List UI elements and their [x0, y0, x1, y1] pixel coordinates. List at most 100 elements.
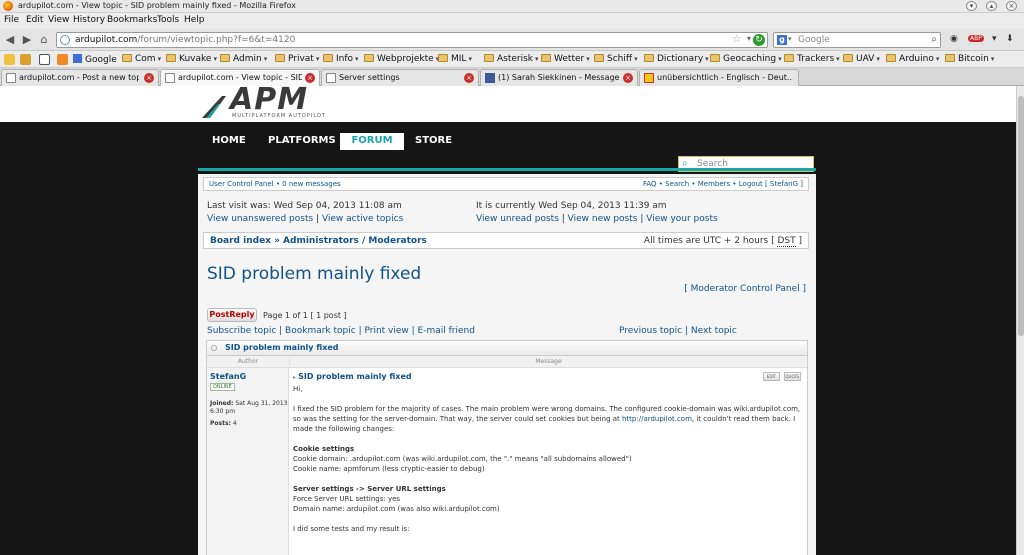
bookmark-trackers[interactable]: Trackers ▾: [784, 54, 840, 64]
tab-server-settings[interactable]: Server settings ×: [321, 69, 479, 86]
folder-icon: [220, 54, 230, 62]
topic-box-title[interactable]: SID problem mainly fixed: [225, 343, 339, 352]
edit-button[interactable]: EDIT: [763, 372, 780, 381]
close-tab-icon[interactable]: ×: [623, 73, 633, 83]
print-view-link[interactable]: Print view: [364, 326, 408, 336]
close-tab-icon[interactable]: ×: [464, 73, 474, 83]
menu-bookmarks[interactable]: Bookmarks: [107, 15, 157, 25]
user-control-panel-link[interactable]: User Control Panel • 0 new messages: [209, 180, 341, 188]
folder-icon: [166, 54, 176, 62]
breadcrumb-links[interactable]: Board index » Administrators / Moderator…: [210, 236, 427, 246]
bookmark-uav[interactable]: UAV ▾: [843, 54, 880, 64]
extension-icon[interactable]: ◉: [950, 34, 958, 44]
nav-home[interactable]: HOME: [204, 133, 254, 150]
window-titlebar: ardupilot.com - View topic - SID problem…: [0, 0, 1024, 13]
nav-store[interactable]: STORE: [407, 133, 460, 150]
page-scrollbar[interactable]: [1016, 86, 1024, 555]
view-links-right: View unread posts | View new posts | Vie…: [476, 214, 718, 224]
scrollbar-thumb[interactable]: [1018, 96, 1024, 336]
tab-label: ardupilot.com - View topic - SID ...: [178, 73, 302, 82]
home-icon[interactable]: ⌂: [37, 33, 51, 47]
bookmark-asterisk[interactable]: Asterisk ▾: [484, 54, 539, 64]
view-active-link[interactable]: View active topics: [322, 214, 403, 224]
bookmark-wetter[interactable]: Wetter ▾: [541, 54, 590, 64]
page-viewport: APM MULTIPLATFORM AUTOPILOT HOME PLATFOR…: [0, 86, 1016, 555]
subscribe-topic-link[interactable]: Subscribe topic: [207, 326, 276, 336]
email-friend-link[interactable]: E-mail friend: [418, 326, 475, 336]
rss-icon[interactable]: [57, 54, 68, 65]
minimize-icon[interactable]: ▾: [966, 1, 977, 11]
bookmark-dictionary[interactable]: Dictionary ▾: [644, 54, 709, 64]
bookmark-com[interactable]: Com ▾: [122, 54, 161, 64]
bookmark-admin[interactable]: Admin ▾: [220, 54, 267, 64]
search-icon[interactable]: ⌕: [931, 34, 937, 45]
bookmark-kuvake[interactable]: Kuvake ▾: [166, 54, 217, 64]
menu-edit[interactable]: Edit: [26, 15, 43, 25]
close-tab-icon[interactable]: ×: [305, 73, 315, 83]
menu-history[interactable]: History: [73, 15, 105, 25]
current-time-text: It is currently Wed Sep 04, 2013 11:39 a…: [476, 201, 667, 211]
menu-help[interactable]: Help: [184, 15, 205, 25]
tab-label: Server settings: [339, 73, 400, 82]
view-links-left: View unanswered posts | View active topi…: [207, 214, 404, 224]
forward-icon[interactable]: ▶: [20, 33, 34, 47]
previous-topic-link[interactable]: Previous topic: [619, 326, 682, 336]
view-unread-link[interactable]: View unread posts: [476, 214, 559, 224]
close-window-icon[interactable]: ×: [1006, 1, 1017, 11]
close-tab-icon[interactable]: ×: [144, 73, 154, 83]
bookmark-folder-icon[interactable]: [4, 54, 15, 65]
topic-box-header: SID problem mainly fixed: [207, 341, 807, 356]
next-topic-link[interactable]: Next topic: [691, 326, 737, 336]
post-title[interactable]: ▸ SID problem mainly fixed: [293, 372, 412, 381]
tab-post-new-topic[interactable]: ardupilot.com - Post a new topic ×: [1, 69, 159, 86]
bookmark-star-icon[interactable]: ☆: [732, 34, 741, 45]
search-engine-dropdown-icon[interactable]: ▾: [788, 35, 792, 43]
google-icon[interactable]: g: [777, 35, 787, 45]
quote-button[interactable]: QUOTE: [784, 372, 801, 381]
bookmark-schiff[interactable]: Schiff ▾: [594, 54, 638, 64]
view-new-link[interactable]: View new posts: [568, 214, 638, 224]
bookmark-privat[interactable]: Privat ▾: [275, 54, 319, 64]
bookmark-info[interactable]: Info ▾: [323, 54, 359, 64]
clock-icon[interactable]: [39, 54, 50, 65]
download-icon[interactable]: ⬇: [1006, 34, 1014, 44]
apm-logo[interactable]: APM: [230, 86, 308, 115]
nav-forum[interactable]: FORUM: [340, 133, 404, 150]
bookmark-geocaching[interactable]: Geocaching ▾: [710, 54, 782, 64]
site-nav: HOME PLATFORMS FORUM STORE: [0, 122, 1016, 172]
adblock-icon[interactable]: ABP: [968, 35, 984, 42]
reload-icon[interactable]: ↻: [753, 34, 765, 46]
menu-file[interactable]: File: [4, 15, 19, 25]
url-dropdown-icon[interactable]: ▾: [747, 34, 751, 43]
bookmark-star-folder-icon[interactable]: [20, 54, 31, 65]
author-name[interactable]: StefanG: [210, 372, 246, 381]
tab-facebook-messages[interactable]: (1) Sarah Siekkinen - Messages ×: [480, 69, 638, 86]
back-icon[interactable]: ◀: [3, 33, 17, 47]
bookmarks-toolbar: Google Com ▾ Kuvake ▾ Admin ▾ Privat ▾ Info ▾…: [0, 51, 1024, 68]
ardupilot-link[interactable]: http://ardupilot.com: [622, 415, 692, 423]
bookmark-webprojekte[interactable]: Webprojekte▾: [364, 54, 439, 64]
view-your-link[interactable]: View your posts: [646, 214, 717, 224]
url-text[interactable]: ardupilot.com/forum/viewtopic.php?f=6&t=…: [75, 35, 295, 45]
view-unanswered-link[interactable]: View unanswered posts: [207, 214, 313, 224]
bookmark-arduino[interactable]: Arduino ▾: [886, 54, 939, 64]
bookmark-google[interactable]: Google: [73, 54, 117, 65]
forum-header-links[interactable]: FAQ • Search • Members • Logout [ Stefan…: [643, 180, 803, 188]
menu-view[interactable]: View: [48, 15, 69, 25]
web-search-field[interactable]: g ▾ Google ⌕: [773, 32, 941, 48]
bookmark-bitcoin[interactable]: Bitcoin ▾: [945, 54, 994, 64]
moderator-control-panel-link[interactable]: [ Moderator Control Panel ]: [684, 284, 806, 294]
web-search-placeholder: Google: [798, 35, 830, 45]
maximize-icon[interactable]: ▴: [986, 1, 997, 11]
menu-dropdown-icon[interactable]: ▾: [992, 34, 997, 44]
bookmark-mil[interactable]: MIL ▾: [438, 54, 472, 64]
nav-platforms[interactable]: PLATFORMS: [260, 133, 344, 150]
globe-icon: [60, 35, 70, 45]
tab-view-topic[interactable]: ardupilot.com - View topic - SID ... ×: [160, 69, 320, 86]
topic-title[interactable]: SID problem mainly fixed: [207, 264, 421, 284]
bookmark-topic-link[interactable]: Bookmark topic: [285, 326, 356, 336]
post-reply-button[interactable]: PostReply: [207, 308, 257, 322]
menu-tools[interactable]: Tools: [157, 15, 179, 25]
url-bar[interactable]: ardupilot.com/forum/viewtopic.php?f=6&t=…: [56, 32, 768, 48]
tab-leo-dictionary[interactable]: unübersichtlich - Englisch - Deut...: [639, 69, 799, 86]
